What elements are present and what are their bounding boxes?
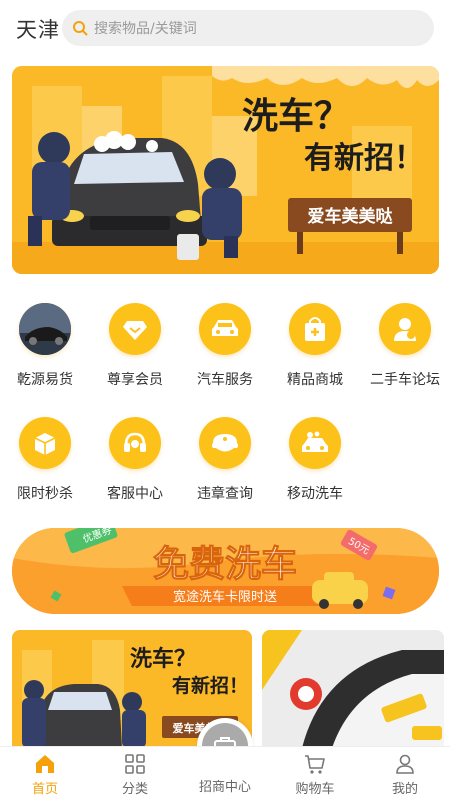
card-interior-illustration — [262, 630, 444, 748]
grid-item-label: 客服中心 — [107, 486, 163, 502]
tab-home[interactable]: 首页 — [0, 753, 90, 797]
search-bar[interactable]: 搜索物品/关键词 — [62, 10, 434, 46]
tab-category[interactable]: 分类 — [90, 753, 180, 797]
grid-item-used-car-forum[interactable]: 二手车论坛 — [360, 303, 450, 389]
grid-item-label: 乾源易货 — [17, 372, 73, 388]
grid-item-violation-query[interactable]: 违章查询 — [180, 417, 270, 503]
search-placeholder: 搜索物品/关键词 — [94, 21, 197, 37]
shopping-bag-icon — [289, 303, 341, 355]
free-car-wash-promo[interactable]: 优惠券 50元 免费洗车 宽途洗车卡限时送 — [12, 528, 439, 614]
box-icon — [19, 417, 71, 469]
cart-icon — [305, 755, 325, 774]
tab-mine[interactable]: 我的 — [360, 753, 450, 797]
tab-label: 购物车 — [295, 782, 335, 797]
promo-title: 免费洗车 — [153, 544, 297, 585]
city-selector[interactable]: 天津 — [16, 14, 60, 44]
grid-item-qianyuan[interactable]: 乾源易货 — [0, 303, 90, 389]
tab-label: 分类 — [121, 782, 148, 797]
grid-item-label: 限时秒杀 — [17, 486, 73, 502]
grid-item-label: 二手车论坛 — [370, 372, 440, 388]
grid-item-mall[interactable]: 精品商城 — [270, 303, 360, 389]
home-icon — [36, 755, 54, 773]
card-headline-1: 洗车？ — [130, 646, 196, 672]
top-bar: 天津 搜索物品/关键词 — [0, 0, 450, 58]
user-icon — [396, 754, 414, 774]
grid-icon — [125, 754, 145, 774]
car-icon — [199, 303, 251, 355]
banner-headline-1: 洗车？ — [242, 96, 350, 137]
grid-item-label: 精品商城 — [287, 372, 343, 388]
grid-item-mobile-car-wash[interactable]: 移动洗车 — [270, 417, 360, 503]
search-icon — [73, 21, 88, 36]
hero-banner[interactable]: 爱车美美哒 洗车？ 有新招！ — [12, 66, 439, 274]
car-photo-icon — [19, 303, 71, 355]
car-wash-icon — [289, 417, 341, 469]
grid-item-label: 违章查询 — [197, 486, 253, 502]
grid-item-vip[interactable]: 尊享会员 — [90, 303, 180, 389]
promo-subtitle: 宽途洗车卡限时送 — [173, 589, 277, 605]
grid-item-car-service[interactable]: 汽车服务 — [180, 303, 270, 389]
card-headline-2: 有新招！ — [172, 674, 248, 697]
grid-item-label: 尊享会员 — [107, 372, 163, 388]
promo-illustration: 优惠券 50元 免费洗车 宽途洗车卡限时送 — [12, 528, 439, 614]
banner-sign-text: 爱车美美哒 — [308, 206, 394, 227]
card-car-interior[interactable] — [262, 630, 444, 748]
police-cap-icon — [199, 417, 251, 469]
headset-icon — [109, 417, 161, 469]
grid-item-label: 汽车服务 — [197, 372, 253, 388]
tab-label: 我的 — [391, 782, 418, 797]
tab-label: 首页 — [31, 782, 58, 797]
car-wash-illustration: 爱车美美哒 洗车？ 有新招！ — [12, 66, 439, 274]
grid-item-label: 移动洗车 — [287, 486, 343, 502]
tab-cart[interactable]: 购物车 — [270, 753, 360, 797]
banner-headline-2: 有新招！ — [304, 141, 424, 176]
grid-item-flash-sale[interactable]: 限时秒杀 — [0, 417, 90, 503]
person-icon — [379, 303, 431, 355]
tab-merchant-center-label[interactable]: 招商中心 — [180, 776, 270, 795]
diamond-icon — [109, 303, 161, 355]
grid-item-customer-service[interactable]: 客服中心 — [90, 417, 180, 503]
